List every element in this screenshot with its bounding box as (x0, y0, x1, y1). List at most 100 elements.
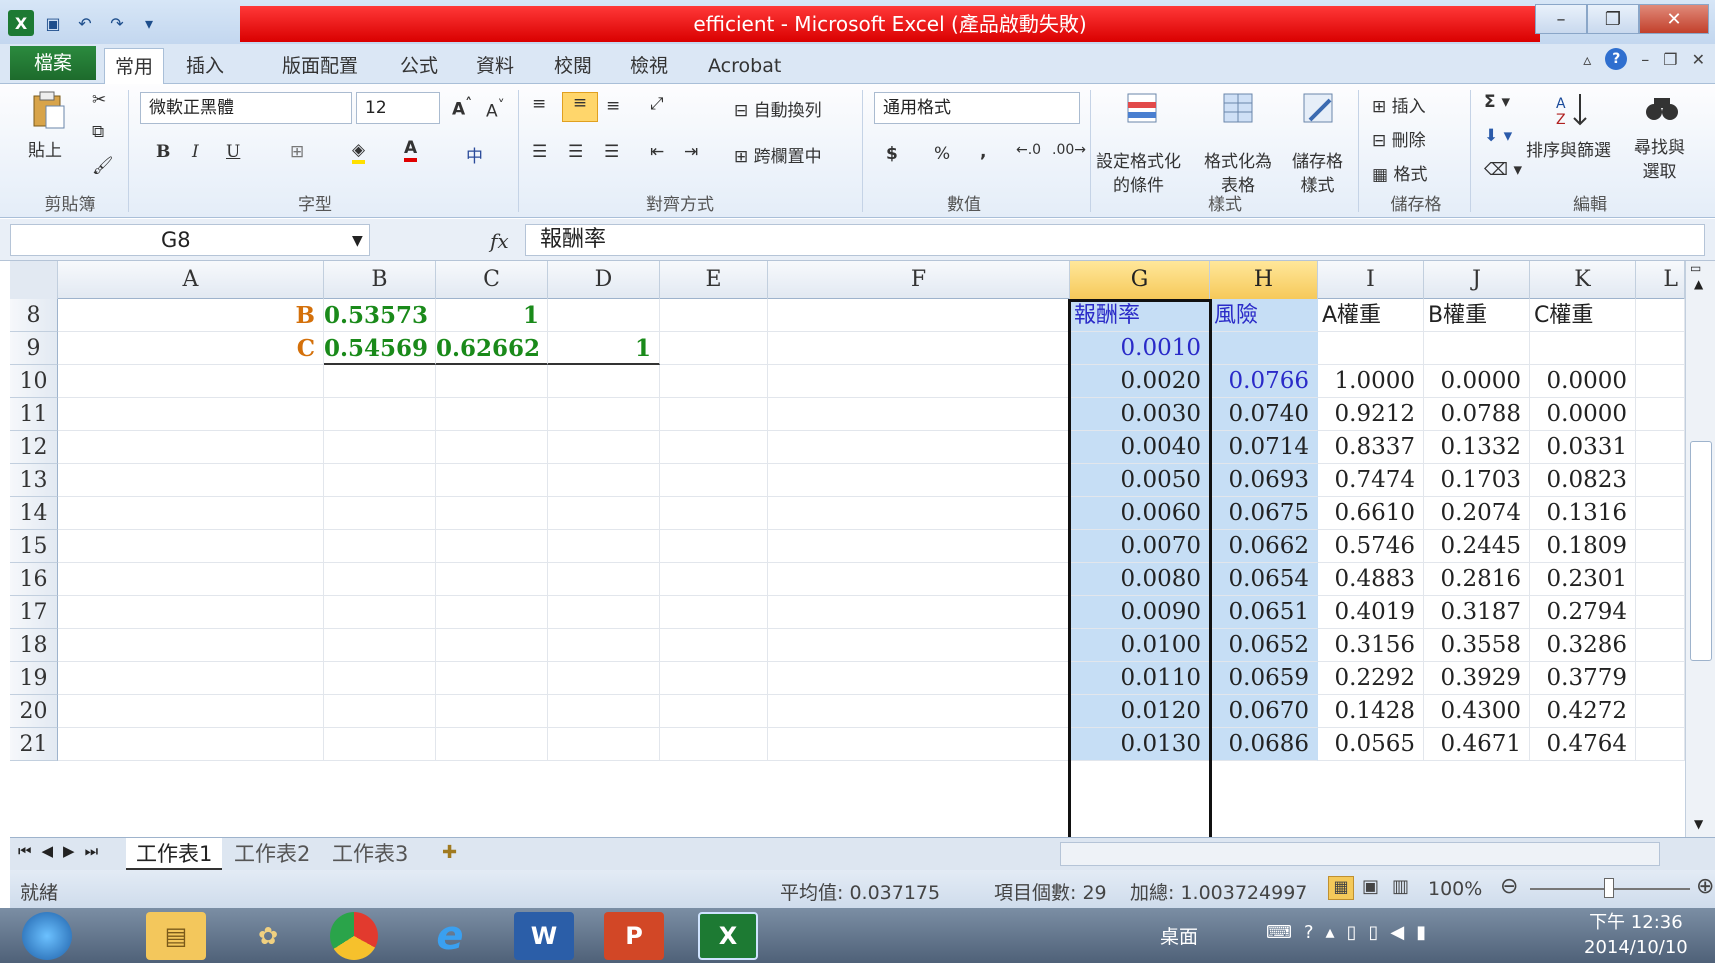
zoom-in-icon[interactable]: ⊕ (1696, 874, 1714, 899)
merge-center-button[interactable]: ⊞ 跨欄置中 (734, 142, 822, 167)
insert-cells-button[interactable]: ⊞ 插入 (1372, 92, 1426, 117)
fill-icon[interactable]: ⬇ ▾ (1484, 126, 1512, 146)
format-as-table-icon[interactable] (1220, 90, 1260, 130)
cell-k15[interactable]: 0.1809 (1530, 530, 1636, 563)
cell-j19[interactable]: 0.3929 (1424, 662, 1530, 695)
cell-h18[interactable]: 0.0652 (1210, 629, 1318, 662)
cell-a10[interactable] (58, 365, 324, 398)
save-icon[interactable]: ▣ (40, 10, 66, 36)
cell-k19[interactable]: 0.3779 (1530, 662, 1636, 695)
cell-g10[interactable]: 0.0020 (1070, 365, 1210, 398)
cell-a14[interactable] (58, 497, 324, 530)
cell-c14[interactable] (436, 497, 548, 530)
row-header-14[interactable]: 14 (10, 497, 58, 530)
split-handle[interactable]: ▭ (1690, 261, 1712, 275)
tab-data[interactable]: 資料 (466, 48, 524, 84)
zoom-out-icon[interactable]: ⊖ (1500, 874, 1518, 899)
cell-e9[interactable] (660, 332, 768, 365)
format-painter-icon[interactable]: 🖌 (92, 156, 114, 176)
align-top-icon[interactable]: ≡ (532, 94, 546, 114)
row-header-19[interactable]: 19 (10, 662, 58, 695)
cell-l17[interactable] (1636, 596, 1685, 629)
tray-icons[interactable]: ⌨?▴▯▯◀▮ (1266, 922, 1438, 943)
column-header-l[interactable]: L (1636, 261, 1685, 299)
row-header-9[interactable]: 9 (10, 332, 58, 365)
clear-icon[interactable]: ⌫ ▾ (1484, 160, 1522, 180)
cell-i19[interactable]: 0.2292 (1318, 662, 1424, 695)
row-header-11[interactable]: 11 (10, 398, 58, 431)
cell-b21[interactable] (324, 728, 436, 761)
cell-j12[interactable]: 0.1332 (1424, 431, 1530, 464)
cell-i10[interactable]: 1.0000 (1318, 365, 1424, 398)
comma-button[interactable]: , (980, 142, 986, 162)
bold-button[interactable]: B (156, 142, 170, 162)
app-icon[interactable]: ✿ (238, 912, 298, 960)
page-layout-view-icon[interactable]: ▣ (1362, 876, 1379, 897)
cell-a18[interactable] (58, 629, 324, 662)
cell-f12[interactable] (768, 431, 1070, 464)
cell-k21[interactable]: 0.4764 (1530, 728, 1636, 761)
cell-b18[interactable] (324, 629, 436, 662)
column-header-h[interactable]: H (1210, 261, 1318, 299)
cell-i12[interactable]: 0.8337 (1318, 431, 1424, 464)
row-header-8[interactable]: 8 (10, 299, 58, 332)
cell-l16[interactable] (1636, 563, 1685, 596)
copy-icon[interactable]: ⧉ (92, 122, 104, 142)
cell-j21[interactable]: 0.4671 (1424, 728, 1530, 761)
name-box-dropdown-icon[interactable]: ▼ (352, 233, 363, 249)
cell-i20[interactable]: 0.1428 (1318, 695, 1424, 728)
borders-icon[interactable]: ⊞ (290, 142, 304, 162)
undo-icon[interactable]: ↶ (72, 10, 98, 36)
file-explorer-icon[interactable]: ▤ (146, 912, 206, 960)
increase-indent-icon[interactable]: ⇥ (684, 142, 698, 162)
cell-e8[interactable] (660, 299, 768, 332)
column-header-a[interactable]: A (58, 261, 324, 299)
cell-b11[interactable] (324, 398, 436, 431)
cell-e14[interactable] (660, 497, 768, 530)
row-header-12[interactable]: 12 (10, 431, 58, 464)
cell-g17[interactable]: 0.0090 (1070, 596, 1210, 629)
cell-l14[interactable] (1636, 497, 1685, 530)
wrap-text-button[interactable]: ⊟ 自動換列 (734, 96, 822, 121)
cell-k10[interactable]: 0.0000 (1530, 365, 1636, 398)
cell-g11[interactable]: 0.0030 (1070, 398, 1210, 431)
cell-g12[interactable]: 0.0040 (1070, 431, 1210, 464)
cell-f20[interactable] (768, 695, 1070, 728)
cell-e21[interactable] (660, 728, 768, 761)
column-header-c[interactable]: C (436, 261, 548, 299)
excel-taskbar-icon[interactable]: X (698, 912, 758, 960)
cell-a19[interactable] (58, 662, 324, 695)
scroll-down-icon[interactable]: ▼ (1694, 817, 1703, 831)
format-cells-button[interactable]: ▦ 格式 (1372, 160, 1427, 185)
cell-b20[interactable] (324, 695, 436, 728)
powerpoint-icon[interactable]: P (604, 912, 664, 960)
cell-g18[interactable]: 0.0100 (1070, 629, 1210, 662)
cell-c20[interactable] (436, 695, 548, 728)
autosum-icon[interactable]: Σ ▾ (1484, 92, 1510, 112)
cell-e18[interactable] (660, 629, 768, 662)
paste-icon[interactable] (28, 90, 68, 130)
select-all-corner[interactable] (10, 261, 58, 299)
minimize-ribbon-icon[interactable]: ▵ (1583, 50, 1591, 69)
workbook-restore-icon[interactable]: ❐ (1663, 50, 1677, 69)
currency-button[interactable]: $ (886, 144, 898, 164)
sheet-nav-icons[interactable]: ⏮◀▶⏭ (18, 842, 108, 860)
cell-i8[interactable]: A權重 (1318, 299, 1424, 332)
row-header-21[interactable]: 21 (10, 728, 58, 761)
font-size-select[interactable]: 12 (356, 92, 440, 124)
cell-d11[interactable] (548, 398, 660, 431)
zoom-level[interactable]: 100% (1428, 878, 1482, 900)
cell-e12[interactable] (660, 431, 768, 464)
vertical-scrollbar[interactable]: ▭ ▲ ▼ (1685, 261, 1715, 837)
cell-c17[interactable] (436, 596, 548, 629)
cell-f18[interactable] (768, 629, 1070, 662)
restore-button[interactable]: ❐ (1587, 4, 1639, 34)
cell-i15[interactable]: 0.5746 (1318, 530, 1424, 563)
cell-c16[interactable] (436, 563, 548, 596)
cell-c18[interactable] (436, 629, 548, 662)
cell-d9[interactable]: 1 (548, 332, 660, 365)
row-header-17[interactable]: 17 (10, 596, 58, 629)
row-header-13[interactable]: 13 (10, 464, 58, 497)
cell-e10[interactable] (660, 365, 768, 398)
cell-g21[interactable]: 0.0130 (1070, 728, 1210, 761)
